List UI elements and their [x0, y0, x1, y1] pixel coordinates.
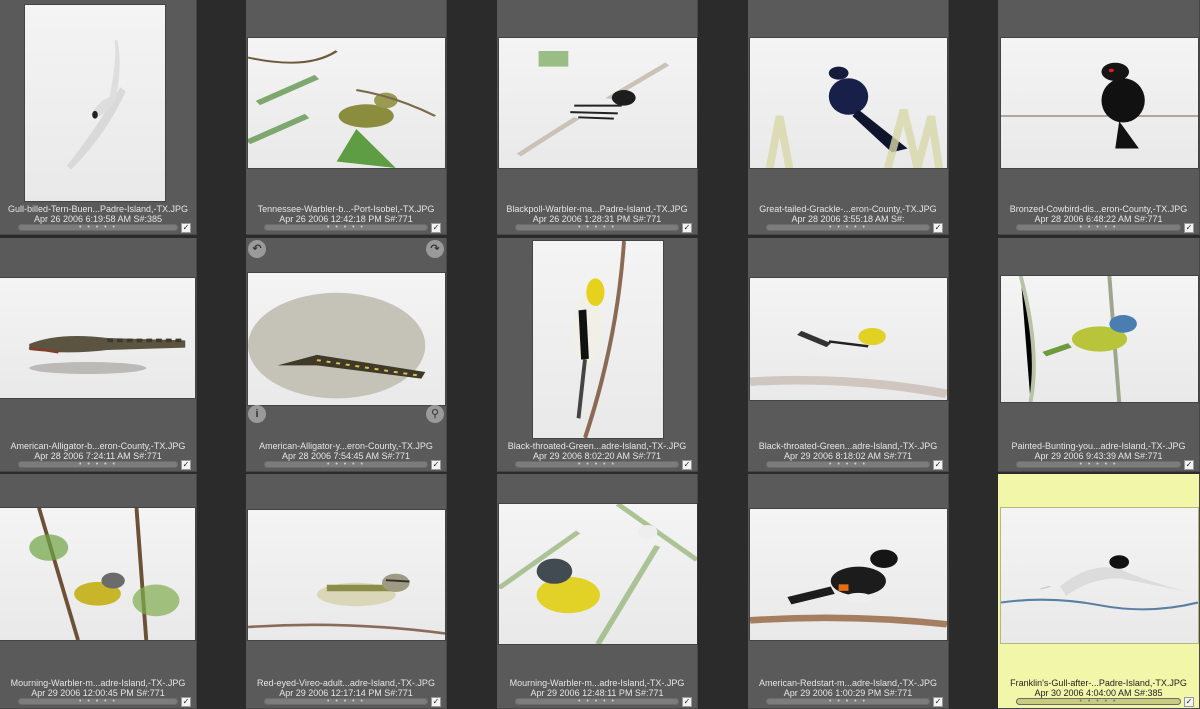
thumbnail-filename: Bronzed-Cowbird-dis...eron-County,-TX.JP…: [1009, 204, 1188, 214]
thumbnail-cell[interactable]: Bronzed-Cowbird-dis...eron-County,-TX.JP…: [998, 0, 1200, 235]
thumbnail-cell[interactable]: Black-throated-Green...adre-Island,-TX-.…: [748, 238, 949, 472]
thumbnail-cell[interactable]: American-Alligator-y...eron-County,-TX.J…: [246, 238, 447, 472]
select-checkbox[interactable]: ✓: [682, 223, 692, 233]
thumbnail-cell[interactable]: Tennessee-Warbler-b...-Port-Isobel,-TX.J…: [246, 0, 447, 235]
thumbnail-cell[interactable]: Mourning-Warbler-m...adre-Island,-TX-.JP…: [0, 474, 197, 709]
thumbnail-filename: Blackpoll-Warbler-ma...Padre-Island,-TX.…: [506, 204, 688, 214]
thumbnail-date: Apr 28 2006 7:54:45 AM S#:771: [281, 451, 411, 461]
select-checkbox[interactable]: ✓: [181, 223, 191, 233]
rotate-right-icon[interactable]: ↷: [426, 240, 444, 258]
select-checkbox[interactable]: ✓: [181, 460, 191, 470]
star-rating-bar[interactable]: • • • • •: [264, 698, 428, 705]
thumbnail-grid: Gull-billed-Tern-Buen...Padre-Island,-TX…: [0, 0, 1200, 709]
select-checkbox[interactable]: ✓: [933, 460, 943, 470]
thumbnail-date: Apr 29 2006 12:48:11 PM S#:771: [530, 688, 664, 698]
thumbnail-filename: Mourning-Warbler-m...adre-Island,-TX-.JP…: [10, 678, 186, 688]
star-rating-bar[interactable]: • • • • •: [766, 698, 930, 705]
star-rating-bar[interactable]: • • • • •: [264, 461, 428, 468]
info-icon[interactable]: i: [248, 405, 266, 423]
star-rating-bar[interactable]: • • • • •: [515, 224, 679, 231]
star-rating-bar[interactable]: • • • • •: [1016, 698, 1181, 705]
thumbnail-image-warbler-in-tree[interactable]: [248, 38, 445, 168]
star-rating-bar[interactable]: • • • • •: [515, 461, 679, 468]
thumbnail-image-mourning-warbler-in-leaves[interactable]: [0, 508, 195, 640]
thumbnail-image-alligator-in-water[interactable]: [0, 278, 195, 398]
thumbnail-image-grackle-on-grass[interactable]: [750, 38, 947, 168]
thumbnail-image-young-alligator-on-log[interactable]: [248, 273, 445, 405]
thumbnail-filename: American-Alligator-y...eron-County,-TX.J…: [259, 441, 433, 451]
select-checkbox[interactable]: ✓: [1184, 460, 1194, 470]
select-checkbox[interactable]: ✓: [933, 223, 943, 233]
thumbnail-filename: Gull-billed-Tern-Buen...Padre-Island,-TX…: [7, 204, 189, 214]
thumbnail-cell[interactable]: Mourning-Warbler-m...adre-Island,-TX-.JP…: [497, 474, 698, 709]
thumbnail-filename: Painted-Bunting-you...adre-Island,-TX-.J…: [1011, 441, 1186, 451]
thumbnail-filename: Franklin's-Gull-after-...Padre-Island,-T…: [1010, 678, 1187, 688]
star-rating-bar[interactable]: • • • • •: [18, 461, 178, 468]
thumbnail-cell[interactable]: Painted-Bunting-you...adre-Island,-TX-.J…: [998, 238, 1200, 472]
thumbnail-image-cowbird-on-wire[interactable]: [1001, 38, 1198, 168]
star-rating-bar[interactable]: • • • • •: [1016, 461, 1181, 468]
thumbnail-date: Apr 29 2006 8:02:20 AM S#:771: [532, 451, 662, 461]
thumbnail-image-tern-bird-in-flight[interactable]: [25, 5, 165, 201]
thumbnail-cell[interactable]: Blackpoll-Warbler-ma...Padre-Island,-TX.…: [497, 0, 698, 235]
thumbnail-cell[interactable]: Franklin's-Gull-after-...Padre-Island,-T…: [998, 474, 1200, 709]
thumbnail-date: Apr 26 2006 12:42:18 PM S#:771: [279, 214, 413, 224]
thumbnail-date: Apr 28 2006 3:55:18 AM S#:: [791, 214, 905, 224]
star-rating-bar[interactable]: • • • • •: [1016, 224, 1181, 231]
thumbnail-date: Apr 28 2006 7:24:11 AM S#:771: [34, 451, 162, 461]
thumbnail-date: Apr 26 2006 1:28:31 PM S#:771: [532, 214, 662, 224]
thumbnail-cell[interactable]: American-Redstart-m...adre-Island,-TX-.J…: [748, 474, 949, 709]
select-checkbox[interactable]: ✓: [682, 460, 692, 470]
star-rating-bar[interactable]: • • • • •: [766, 461, 930, 468]
thumbnail-filename: Red-eyed-Vireo-adult...adre-Island,-TX-.…: [257, 678, 435, 688]
thumbnail-filename: American-Alligator-b...eron-County,-TX.J…: [10, 441, 186, 451]
thumbnail-date: Apr 30 2006 4:04:00 AM S#:385: [1034, 688, 1163, 698]
star-rating-bar[interactable]: • • • • •: [515, 698, 679, 705]
thumbnail-date: Apr 29 2006 12:00:45 PM S#:771: [31, 688, 165, 698]
thumbnail-image-redstart-on-branch[interactable]: [750, 509, 947, 640]
star-rating-bar[interactable]: • • • • •: [18, 698, 178, 705]
thumbnail-date: Apr 28 2006 6:48:22 AM S#:771: [1034, 214, 1163, 224]
thumbnail-date: Apr 26 2006 6:19:58 AM S#:385: [33, 214, 163, 224]
thumbnail-date: Apr 29 2006 12:17:14 PM S#:771: [279, 688, 413, 698]
select-checkbox[interactable]: ✓: [1184, 223, 1194, 233]
thumbnail-image-green-warbler-on-branch[interactable]: [750, 278, 947, 400]
thumbnail-image-vireo-on-branch[interactable]: [248, 510, 445, 640]
select-checkbox[interactable]: ✓: [431, 460, 441, 470]
select-checkbox[interactable]: ✓: [431, 223, 441, 233]
thumbnail-cell[interactable]: Red-eyed-Vireo-adult...adre-Island,-TX-.…: [246, 474, 447, 709]
select-checkbox[interactable]: ✓: [431, 697, 441, 707]
star-rating-bar[interactable]: • • • • •: [18, 224, 178, 231]
thumbnail-image-gull-over-water[interactable]: [1001, 508, 1198, 643]
thumbnail-filename: Great-tailed-Grackle-...eron-County,-TX.…: [759, 204, 937, 214]
thumbnail-cell[interactable]: American-Alligator-b...eron-County,-TX.J…: [0, 238, 197, 472]
thumbnail-filename: Mourning-Warbler-m...adre-Island,-TX-.JP…: [509, 678, 685, 688]
thumbnail-cell[interactable]: Great-tailed-Grackle-...eron-County,-TX.…: [748, 0, 949, 235]
thumbnail-filename: Black-throated-Green...adre-Island,-TX-.…: [507, 441, 687, 451]
thumbnail-filename: Tennessee-Warbler-b...-Port-Isobel,-TX.J…: [257, 204, 435, 214]
thumbnail-cell[interactable]: Gull-billed-Tern-Buen...Padre-Island,-TX…: [0, 0, 197, 235]
thumbnail-filename: Black-throated-Green...adre-Island,-TX-.…: [758, 441, 938, 451]
select-checkbox[interactable]: ✓: [682, 697, 692, 707]
thumbnail-date: Apr 29 2006 1:00:29 PM S#:771: [783, 688, 913, 698]
magnifier-icon[interactable]: ⚲: [426, 405, 444, 423]
select-checkbox[interactable]: ✓: [933, 697, 943, 707]
thumbnail-image-mourning-warbler-in-fern[interactable]: [499, 504, 697, 644]
thumbnail-date: Apr 29 2006 8:18:02 AM S#:771: [783, 451, 913, 461]
star-rating-bar[interactable]: • • • • •: [264, 224, 428, 231]
rotate-left-icon[interactable]: ↶: [248, 240, 266, 258]
thumbnail-cell[interactable]: Black-throated-Green...adre-Island,-TX-.…: [497, 238, 698, 472]
thumbnail-image-bunting-on-stem[interactable]: [1001, 276, 1198, 402]
thumbnail-image-striped-warbler-on-branch[interactable]: [499, 38, 697, 168]
select-checkbox[interactable]: ✓: [181, 697, 191, 707]
select-checkbox[interactable]: ✓: [1184, 697, 1194, 707]
thumbnail-image-green-warbler-vertical[interactable]: [533, 241, 663, 438]
thumbnail-filename: American-Redstart-m...adre-Island,-TX-.J…: [758, 678, 938, 688]
thumbnail-date: Apr 29 2006 9:43:39 AM S#:771: [1034, 451, 1163, 461]
star-rating-bar[interactable]: • • • • •: [766, 224, 930, 231]
